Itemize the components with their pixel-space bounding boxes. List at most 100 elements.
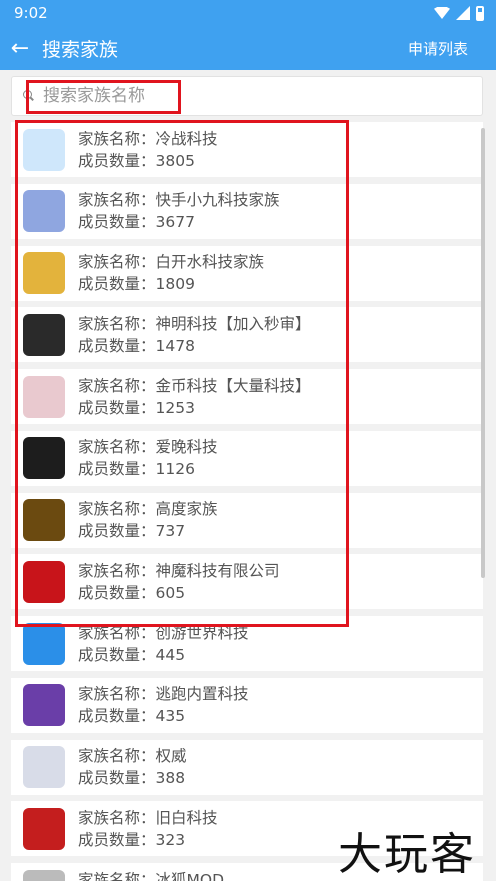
- family-info: 家族名称：冰狐MOD成员数量：: [78, 869, 224, 881]
- family-list-item[interactable]: 家族名称：快手小九科技家族 成员数量：3677: [11, 183, 483, 239]
- member-count-line: 成员数量：388: [78, 767, 187, 789]
- member-count-line: 成员数量：605: [78, 582, 280, 604]
- member-count: 435: [155, 707, 186, 726]
- family-name: 白开水科技家族: [155, 253, 265, 271]
- family-name-label: 家族名称：: [78, 376, 156, 395]
- family-name: 创游世界科技: [155, 623, 249, 642]
- family-name: 冰狐MOD: [155, 870, 225, 881]
- member-count: 1126: [155, 460, 195, 479]
- family-name: 神魔科技有限公司: [155, 561, 280, 580]
- family-name: 神明科技【加入秒审】: [155, 314, 311, 333]
- member-count-label: 成员数量：: [78, 151, 156, 170]
- family-list-item[interactable]: 家族名称：金币科技【大量科技】 成员数量：1253: [11, 369, 483, 424]
- wifi-icon: [434, 7, 450, 19]
- member-count-label: 成员数量：: [78, 583, 156, 602]
- family-name-label: 家族名称：: [78, 500, 156, 518]
- search-box[interactable]: [11, 76, 483, 116]
- family-name: 冷战科技: [155, 129, 218, 148]
- member-count: 445: [155, 645, 186, 664]
- member-count-line: 成员数量：1126: [78, 458, 218, 480]
- family-info: 家族名称：白开水科技家族 成员数量：1809: [78, 251, 264, 295]
- family-name-line: 家族名称：白开水科技家族: [78, 251, 264, 273]
- member-count-label: 成员数量：: [78, 336, 156, 355]
- family-avatar: [23, 746, 65, 788]
- member-count: 3677: [155, 213, 195, 232]
- apply-list-button[interactable]: 申请列表: [408, 38, 468, 59]
- family-avatar: [23, 499, 65, 541]
- family-name-label: 家族名称：: [78, 561, 156, 580]
- member-count-line: 成员数量：1253: [78, 397, 311, 419]
- family-info: 家族名称：逃跑内置科技 成员数量：435: [78, 683, 249, 727]
- search-input[interactable]: [43, 86, 463, 106]
- family-name-label: 家族名称：: [78, 623, 156, 642]
- member-count-line: 成员数量：3805: [78, 150, 218, 172]
- family-avatar: [23, 869, 65, 881]
- family-name-label: 家族名称：: [78, 314, 156, 333]
- family-name-line: 家族名称：旧白科技: [78, 807, 218, 829]
- family-name-line: 家族名称：逃跑内置科技: [78, 683, 249, 705]
- signal-icon: [456, 6, 470, 20]
- member-count-line: 成员数量：323: [78, 829, 218, 851]
- family-name-label: 家族名称：: [78, 253, 156, 271]
- family-info: 家族名称：神魔科技有限公司 成员数量：605: [78, 560, 280, 604]
- family-name: 爱晚科技: [155, 438, 218, 457]
- family-list-item[interactable]: 家族名称：神明科技【加入秒审】 成员数量：1478: [11, 307, 483, 363]
- member-count-line: 成员数量：1809: [78, 273, 264, 295]
- family-name-label: 家族名称：: [78, 438, 156, 457]
- member-count: 1253: [155, 398, 195, 417]
- app-bar: ← 搜索家族 申请列表: [0, 26, 496, 70]
- family-name-line: 家族名称：快手小九科技家族: [78, 189, 280, 211]
- family-list-item[interactable]: 家族名称：冷战科技 成员数量：3805: [11, 122, 483, 177]
- member-count-label: 成员数量：: [78, 522, 156, 540]
- member-count-label: 成员数量：: [78, 213, 156, 232]
- status-bar: 9:02: [0, 0, 496, 26]
- status-icons: [434, 5, 484, 21]
- family-list: 家族名称：冷战科技 成员数量：3805 家族名称：快手小九科技家族 成员数量：3677…: [11, 122, 483, 881]
- family-info: 家族名称：高度家族成员数量：737: [78, 498, 218, 542]
- member-count-label: 成员数量：: [78, 830, 156, 849]
- family-list-item[interactable]: 家族名称：逃跑内置科技 成员数量：435: [11, 677, 483, 733]
- battery-icon: [476, 5, 484, 21]
- family-list-item[interactable]: 家族名称：高度家族成员数量：737: [11, 492, 483, 548]
- family-name: 权威: [155, 747, 187, 765]
- family-list-item[interactable]: 家族名称：神魔科技有限公司 成员数量：605: [11, 554, 483, 610]
- family-name-label: 家族名称：: [78, 870, 156, 881]
- page-title: 搜索家族: [42, 38, 119, 61]
- family-avatar: [23, 807, 65, 850]
- family-name-line: 家族名称：权威: [78, 745, 187, 767]
- member-count: 1809: [155, 275, 195, 293]
- family-info: 家族名称：爱晚科技 成员数量：1126: [78, 436, 218, 480]
- family-name-line: 家族名称：冷战科技: [78, 128, 218, 150]
- family-name: 逃跑内置科技: [155, 685, 249, 704]
- family-avatar: [23, 622, 65, 665]
- family-info: 家族名称：创游世界科技 成员数量：445: [78, 622, 249, 666]
- family-name-line: 家族名称：神魔科技有限公司: [78, 560, 280, 582]
- member-count-line: 成员数量：737: [78, 520, 218, 542]
- family-name: 快手小九科技家族: [155, 191, 280, 210]
- family-list-item[interactable]: 家族名称：白开水科技家族 成员数量：1809: [11, 245, 483, 301]
- family-list-item[interactable]: 家族名称：权威 成员数量：388: [11, 739, 483, 795]
- search-icon: [23, 90, 35, 102]
- member-count-line: 成员数量：435: [78, 705, 249, 727]
- member-count-label: 成员数量：: [78, 275, 156, 293]
- member-count-line: 成员数量：445: [78, 644, 249, 666]
- family-avatar: [23, 437, 65, 480]
- member-count-label: 成员数量：: [78, 707, 156, 726]
- family-name-line: 家族名称：金币科技【大量科技】: [78, 375, 311, 397]
- family-name-label: 家族名称：: [78, 808, 156, 827]
- family-list-item[interactable]: 家族名称：创游世界科技 成员数量：445: [11, 616, 483, 671]
- family-name: 高度家族: [155, 500, 218, 518]
- watermark-logo: 大玩客: [338, 829, 476, 880]
- family-info: 家族名称：金币科技【大量科技】 成员数量：1253: [78, 375, 311, 419]
- family-info: 家族名称：旧白科技 成员数量：323: [78, 807, 218, 851]
- back-arrow-icon[interactable]: ←: [0, 26, 40, 70]
- member-count-line: 成员数量：3677: [78, 211, 280, 233]
- family-avatar: [23, 560, 65, 603]
- member-count: 605: [155, 583, 186, 602]
- family-name-line: 家族名称：创游世界科技: [78, 622, 249, 644]
- family-avatar: [23, 252, 65, 294]
- family-list-item[interactable]: 家族名称：爱晚科技 成员数量：1126: [11, 430, 483, 486]
- scrollbar[interactable]: [481, 128, 485, 578]
- family-info: 家族名称：冷战科技 成员数量：3805: [78, 128, 218, 172]
- family-avatar: [23, 684, 65, 727]
